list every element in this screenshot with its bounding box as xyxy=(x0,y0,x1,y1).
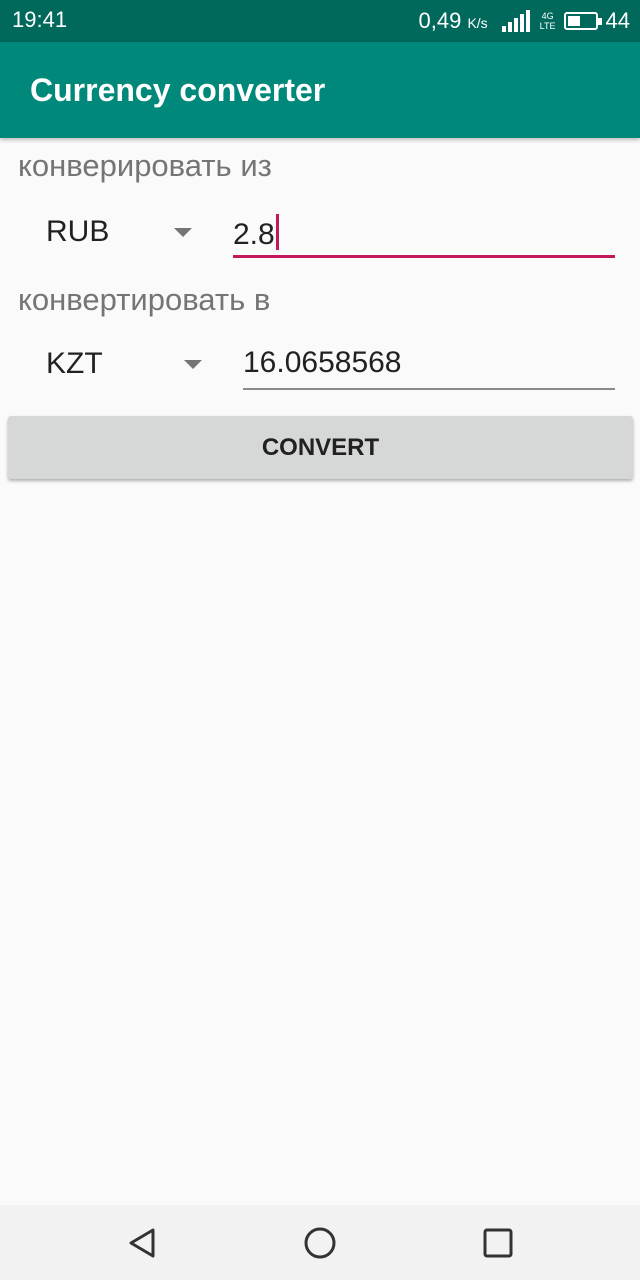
signal-icon xyxy=(501,10,532,32)
battery-level: 44 xyxy=(605,8,630,33)
dropdown-arrow-icon xyxy=(184,360,202,369)
to-amount-value: 16.0658568 xyxy=(243,346,402,379)
app-title: Currency converter xyxy=(30,72,326,108)
from-currency-value: RUB xyxy=(46,215,110,248)
from-amount-text: 2.8 xyxy=(233,214,279,252)
dropdown-arrow-icon xyxy=(174,228,192,237)
from-amount-value: 2.8 xyxy=(233,218,275,251)
to-currency-spinner[interactable]: KZT xyxy=(46,334,206,394)
from-amount-input[interactable]: 2.8 xyxy=(233,208,615,258)
to-currency-value: KZT xyxy=(46,347,103,380)
navigation-bar xyxy=(0,1205,640,1280)
network-speed-unit: K/s xyxy=(467,15,488,31)
network-type: 4G xyxy=(541,11,554,21)
status-time: 19:41 xyxy=(12,7,68,32)
network-speed-value: 0,49 xyxy=(418,8,462,33)
battery-icon xyxy=(563,12,602,30)
convert-to-label: конвертировать в xyxy=(18,282,271,317)
back-icon[interactable] xyxy=(124,1223,164,1263)
convert-from-label: конверировать из xyxy=(18,148,272,183)
recents-icon[interactable] xyxy=(478,1223,518,1263)
from-currency-spinner[interactable]: RUB xyxy=(46,202,206,262)
status-icons: 0,49 K/s 4G LTE 44 xyxy=(418,7,630,35)
network-speed: 0,49 K/s xyxy=(418,8,487,34)
to-amount-input[interactable]: 16.0658568 xyxy=(243,340,615,390)
home-icon[interactable] xyxy=(300,1223,340,1263)
status-bar: 19:41 0,49 K/s 4G LTE 44 xyxy=(0,0,640,42)
network-type-icon: 4G LTE xyxy=(540,11,556,31)
app-bar: Currency converter xyxy=(0,42,640,138)
text-cursor xyxy=(275,214,279,250)
network-subtype: LTE xyxy=(539,21,556,31)
convert-button[interactable]: CONVERT xyxy=(8,416,633,479)
